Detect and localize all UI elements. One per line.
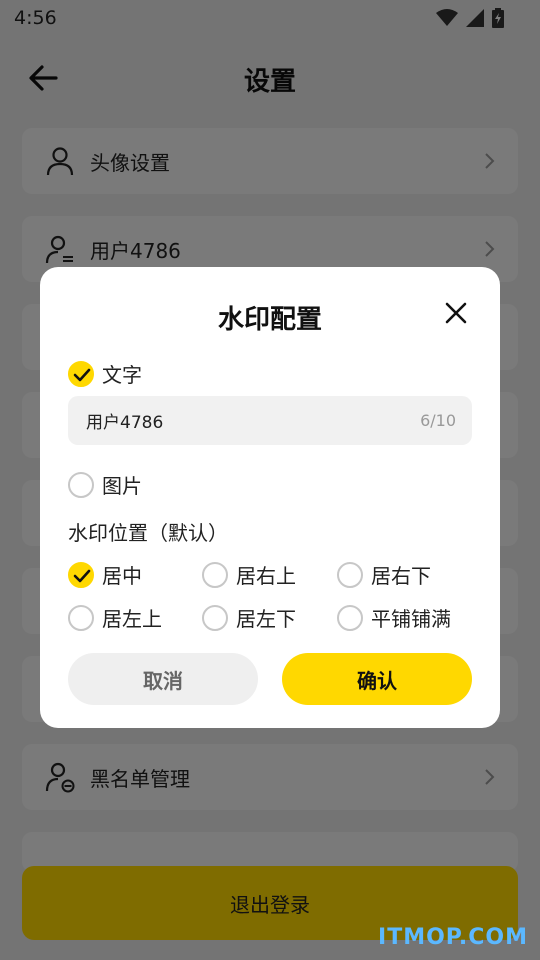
option-label: 居右下 [371,564,431,588]
option-text[interactable]: 文字 [68,359,142,388]
radio-unchecked[interactable] [68,604,94,631]
radio-unchecked[interactable] [337,561,363,588]
radio-unchecked[interactable] [202,604,228,631]
radio-unchecked[interactable] [202,561,228,588]
confirm-button[interactable]: 确认 [282,653,472,705]
check-icon [73,569,91,582]
option-label: 居中 [102,564,142,588]
option-label: 居左上 [102,607,162,631]
char-counter: 6/10 [420,411,456,430]
option-label: 居右上 [236,564,296,588]
site-watermark: ITMOP.COM [378,925,528,950]
position-option-top-right[interactable]: 居右上 [202,560,296,589]
close-icon[interactable] [444,301,468,325]
radio-unchecked[interactable] [337,604,363,631]
radio-checked[interactable] [68,561,94,588]
watermark-config-dialog: 水印配置 文字 用户4786 6/10 图片 水印位置（默认） 居中 居右上 居… [40,267,500,728]
position-option-bottom-right[interactable]: 居右下 [337,560,431,589]
radio-unchecked[interactable] [68,471,94,498]
option-image[interactable]: 图片 [68,470,142,499]
position-option-top-left[interactable]: 居左上 [68,603,162,632]
option-label: 文字 [102,363,142,387]
option-label: 平铺铺满 [371,607,451,631]
position-section-label: 水印位置（默认） [68,521,228,545]
position-option-tile[interactable]: 平铺铺满 [337,603,451,632]
radio-checked[interactable] [68,360,94,387]
option-label: 图片 [102,474,142,498]
watermark-text-input[interactable]: 用户4786 6/10 [68,396,472,445]
position-option-center[interactable]: 居中 [68,560,142,589]
position-option-bottom-left[interactable]: 居左下 [202,603,296,632]
check-icon [73,368,91,381]
option-label: 居左下 [236,607,296,631]
dialog-title: 水印配置 [217,305,322,335]
input-value: 用户4786 [86,413,164,433]
cancel-button[interactable]: 取消 [68,653,258,705]
